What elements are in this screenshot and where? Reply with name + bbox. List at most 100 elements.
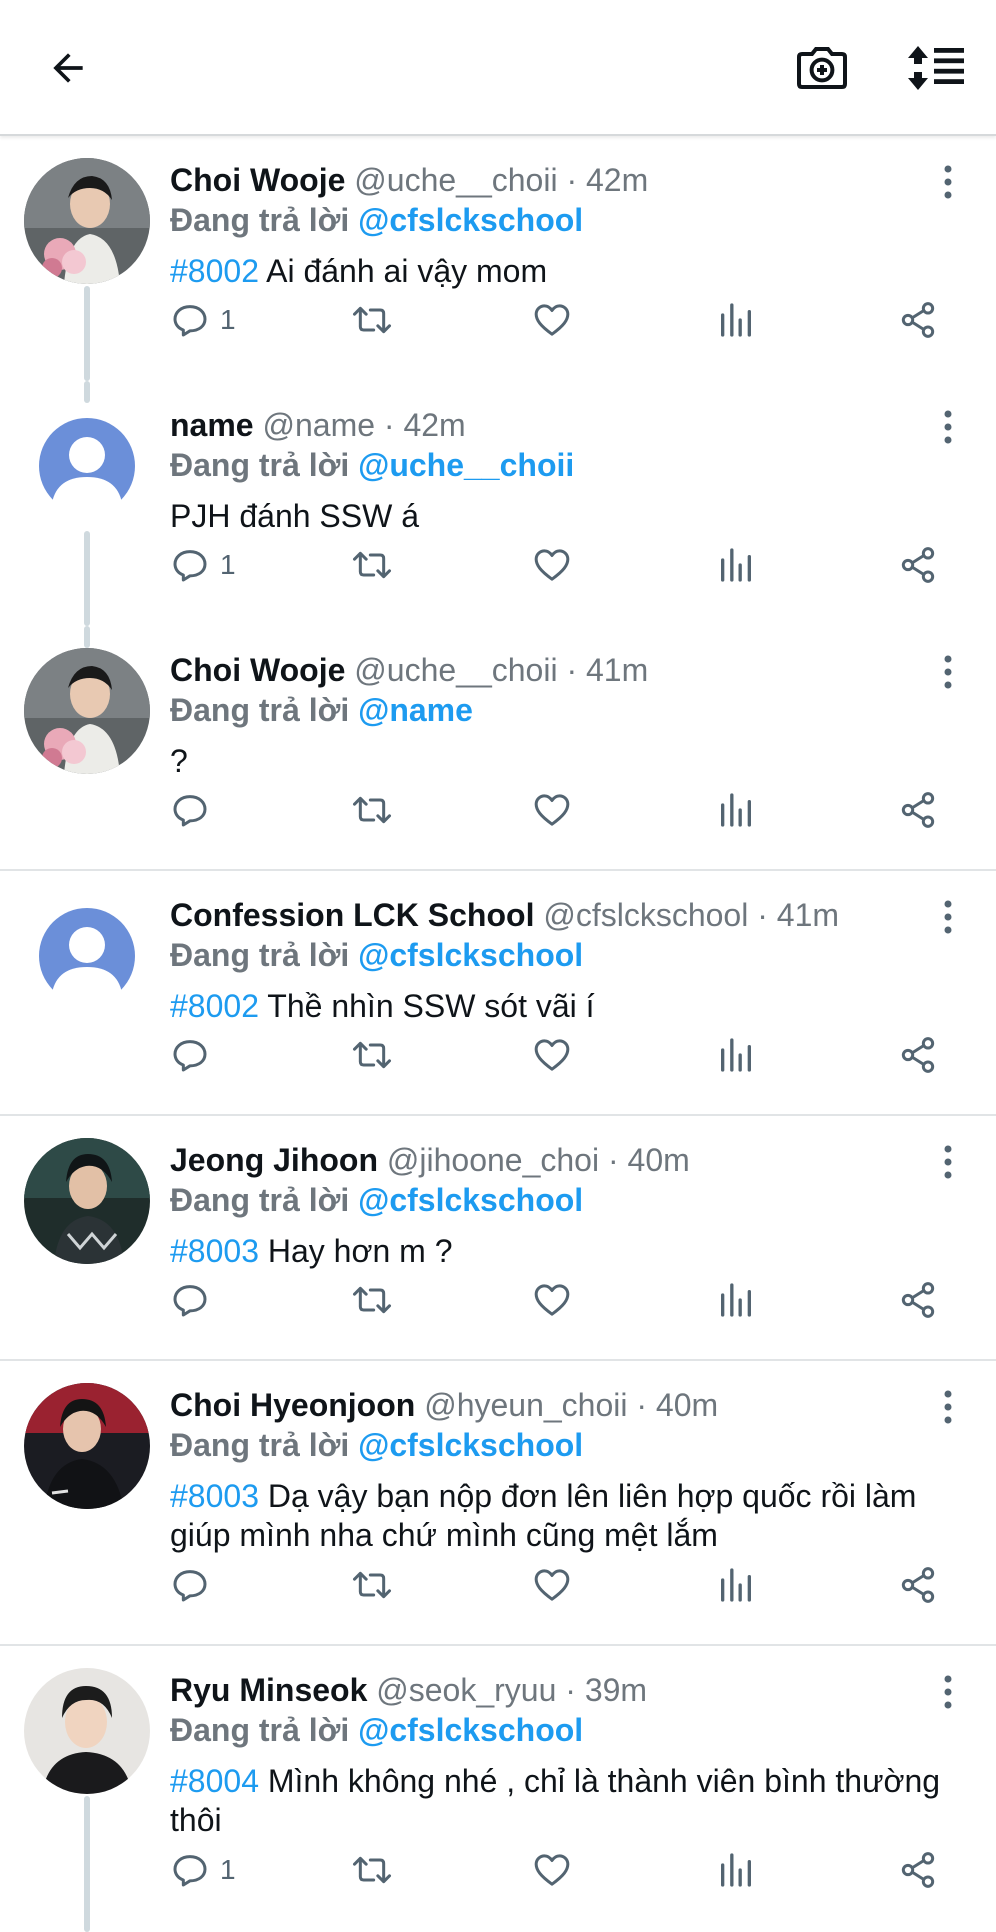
reply-icon [173,550,207,582]
author-handle[interactable]: @cfslckschool [543,897,748,933]
more-options-icon[interactable] [942,1144,954,1180]
author-name[interactable]: Choi Wooje [170,652,345,688]
author-handle[interactable]: @hyeun_choii [424,1387,627,1423]
reply-mention[interactable]: @name [358,692,473,728]
like-button[interactable] [532,298,572,342]
author-name[interactable]: Ryu Minseok [170,1672,367,1708]
camera-button[interactable] [790,38,854,98]
author-name[interactable]: name [170,407,254,443]
author-name[interactable]: Confession LCK School [170,897,534,933]
author-handle[interactable]: @uche__choii [354,162,557,198]
more-options-icon[interactable] [942,899,954,935]
like-button[interactable] [532,788,572,832]
like-button[interactable] [532,1033,572,1077]
share-button[interactable] [898,1848,938,1892]
more-options-icon[interactable] [942,1674,954,1710]
views-button[interactable] [716,1848,756,1892]
share-button[interactable] [898,1033,938,1077]
reply-mention[interactable]: @cfslckschool [358,1182,583,1218]
more-options-icon[interactable] [942,409,954,445]
share-button[interactable] [898,1278,938,1322]
retweet-icon [353,1571,391,1599]
reply-mention[interactable]: @cfslckschool [358,1712,583,1748]
hashtag[interactable]: #8002 [170,988,259,1024]
more-options-icon[interactable] [942,164,954,200]
retweet-button[interactable] [350,298,394,342]
avatar[interactable] [24,158,150,284]
like-button[interactable] [532,1563,572,1607]
reply-mention[interactable]: @cfslckschool [358,202,583,238]
tweet-item[interactable]: Choi Wooje @uche__choii · 41m Đang trả l… [0,626,996,871]
reply-button[interactable] [170,1563,220,1607]
reply-button[interactable]: 1 [170,298,236,342]
retweet-button[interactable] [350,1563,394,1607]
hashtag[interactable]: #8004 [170,1763,259,1799]
sort-button[interactable] [900,38,972,98]
like-button[interactable] [532,543,572,587]
author-name[interactable]: Jeong Jihoon [170,1142,378,1178]
avatar[interactable] [24,1668,150,1794]
reply-button[interactable]: 1 [170,543,236,587]
retweet-button[interactable] [350,1033,394,1077]
like-button[interactable] [532,1848,572,1892]
hashtag[interactable]: #8002 [170,253,259,289]
tweet-text-content: Ai đánh ai vậy mom [266,253,548,289]
author-name[interactable]: Choi Hyeonjoon [170,1387,415,1423]
views-button[interactable] [716,1033,756,1077]
tweet-text-content: Hay hơn m ? [267,1233,453,1269]
views-button[interactable] [716,1278,756,1322]
author-name[interactable]: Choi Wooje [170,162,345,198]
retweet-icon [353,1856,391,1884]
tweet-item[interactable]: name @name · 42m Đang trả lời @uche__cho… [0,381,996,626]
reply-mention[interactable]: @cfslckschool [358,1427,583,1463]
back-button[interactable] [40,40,96,96]
tweet-body: Ryu Minseok @seok_ryuu · 39m Đang trả lờ… [170,1670,956,1840]
tweet-header: Choi Wooje @uche__choii · 41m [170,650,956,690]
thread-line [84,381,90,403]
like-button[interactable] [532,1278,572,1322]
retweet-icon [353,551,391,579]
tweet-item[interactable]: Choi Wooje @uche__choii · 42m Đang trả l… [0,136,996,381]
tweet-item[interactable]: Ryu Minseok @seok_ryuu · 39m Đang trả lờ… [0,1646,996,1932]
avatar[interactable] [24,403,150,529]
views-button[interactable] [716,788,756,832]
reply-icon [173,1040,207,1072]
views-button[interactable] [716,1563,756,1607]
tweet-body: Choi Wooje @uche__choii · 42m Đang trả l… [170,160,956,291]
reply-button[interactable]: 1 [170,1848,236,1892]
share-button[interactable] [898,788,938,832]
reply-button[interactable] [170,788,220,832]
avatar[interactable] [24,1138,150,1264]
hashtag[interactable]: #8003 [170,1478,259,1514]
retweet-button[interactable] [350,788,394,832]
reply-mention[interactable]: @uche__choii [358,447,574,483]
retweet-button[interactable] [350,1278,394,1322]
reply-button[interactable] [170,1278,220,1322]
share-button[interactable] [898,1563,938,1607]
tweet-item[interactable]: Jeong Jihoon @jihoone_choi · 40m Đang tr… [0,1116,996,1361]
avatar[interactable] [24,648,150,774]
reply-mention[interactable]: @cfslckschool [358,937,583,973]
author-handle[interactable]: @name [262,407,375,443]
retweet-button[interactable] [350,543,394,587]
author-handle[interactable]: @seok_ryuu [376,1672,556,1708]
more-options-icon[interactable] [942,1389,954,1425]
views-button[interactable] [716,543,756,587]
retweet-button[interactable] [350,1848,394,1892]
tweet-actions: 1 [170,298,950,342]
heart-icon [534,1039,570,1071]
tweet-text: #8002 Ai đánh ai vậy mom [170,252,956,291]
author-handle[interactable]: @jihoone_choi [387,1142,599,1178]
avatar[interactable] [24,1383,150,1509]
share-button[interactable] [898,543,938,587]
hashtag[interactable]: #8003 [170,1233,259,1269]
reply-button[interactable] [170,1033,220,1077]
tweet-item[interactable]: Choi Hyeonjoon @hyeun_choii · 40m Đang t… [0,1361,996,1646]
share-button[interactable] [898,298,938,342]
tweet-item[interactable]: Confession LCK School @cfslckschool · 41… [0,871,996,1116]
share-icon [901,1567,935,1603]
author-handle[interactable]: @uche__choii [354,652,557,688]
avatar[interactable] [24,893,150,1019]
more-options-icon[interactable] [942,654,954,690]
views-button[interactable] [716,298,756,342]
